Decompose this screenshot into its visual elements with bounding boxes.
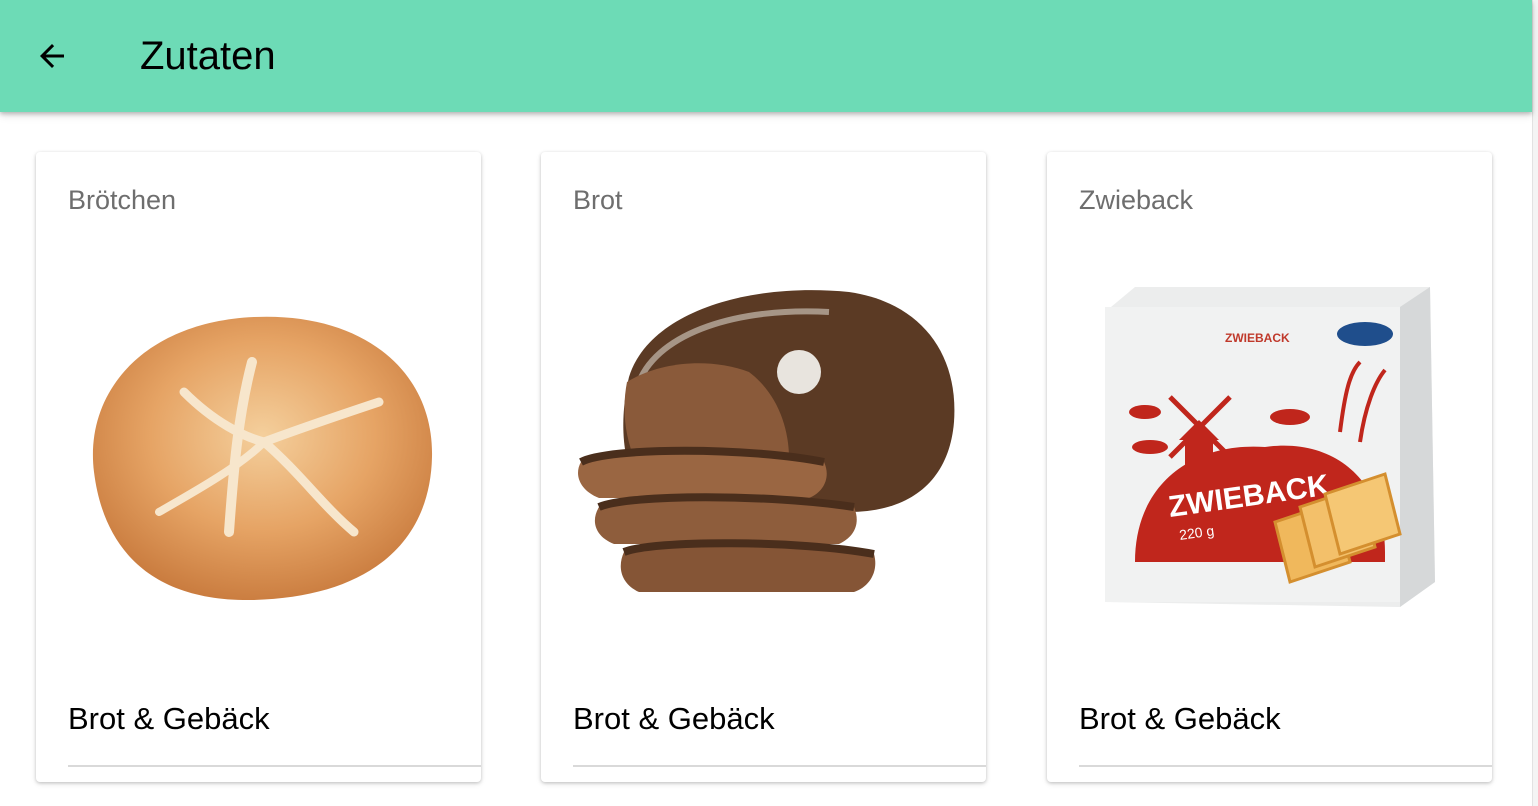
ingredient-category: Brot & Gebäck bbox=[68, 701, 270, 736]
bread-loaf-image bbox=[569, 262, 959, 642]
bread-roll-image bbox=[64, 262, 454, 642]
divider bbox=[68, 765, 481, 767]
arrow-left-icon bbox=[40, 44, 64, 68]
ingredient-category: Brot & Gebäck bbox=[573, 701, 775, 736]
ingredient-name: Brot bbox=[573, 185, 623, 215]
page-title: Zutaten bbox=[140, 34, 276, 78]
ingredient-category: Brot & Gebäck bbox=[1079, 701, 1281, 736]
app-bar: Zutaten bbox=[0, 0, 1532, 112]
ingredient-card-broetchen[interactable]: Brötchen Brot & Gebäck bbox=[36, 152, 481, 782]
zwieback-package-image: ZWIEBACK ZWIEBACK 220 g bbox=[1075, 262, 1465, 642]
ingredient-card-brot[interactable]: Brot Brot & Gebäck bbox=[541, 152, 986, 782]
package-brand-small: ZWIEBACK bbox=[1225, 331, 1290, 345]
back-button[interactable] bbox=[22, 30, 82, 82]
divider bbox=[1079, 765, 1492, 767]
scrollbar-track[interactable] bbox=[1532, 0, 1538, 806]
divider bbox=[573, 765, 986, 767]
ingredient-name: Zwieback bbox=[1079, 185, 1194, 215]
ingredient-name: Brötchen bbox=[68, 185, 177, 215]
ingredient-card-zwieback[interactable]: Zwieback ZWIEBACK ZWIEBACK 220 g Brot & … bbox=[1047, 152, 1492, 782]
